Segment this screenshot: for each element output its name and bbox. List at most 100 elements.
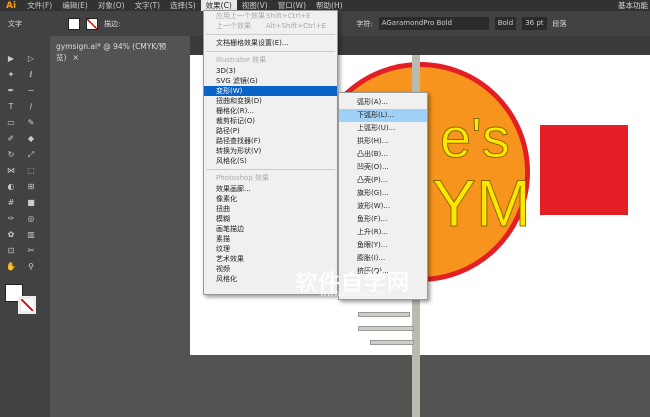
rotate-icon[interactable]: ↻ — [6, 150, 16, 160]
artboard-tool-icon[interactable]: ⊡ — [6, 246, 16, 256]
app-logo: Ai — [6, 0, 17, 11]
warp-arc-upper[interactable]: 上弧形(U)... — [339, 122, 427, 135]
warp-inflate[interactable]: 膨胀(I)... — [339, 252, 427, 265]
lasso-icon[interactable]: ℓ — [26, 70, 36, 80]
menu-item-artistic[interactable]: 艺术效果 — [204, 254, 337, 264]
warp-arc-lower[interactable]: 下弧形(L)... — [339, 109, 427, 122]
menu-item-last-effect[interactable]: 上一个效果 Alt+Shift+Ctrl+E — [204, 21, 337, 31]
menu-item-3d[interactable]: 3D(3) — [204, 66, 337, 76]
bar-shape[interactable] — [358, 312, 410, 317]
red-rectangle[interactable] — [540, 125, 628, 215]
warp-fisheye[interactable]: 鱼眼(Y)... — [339, 239, 427, 252]
curvature-icon[interactable]: ∼ — [26, 86, 36, 96]
menu-item-distort-transform[interactable]: 扭曲和变换(D) — [204, 96, 337, 106]
warp-arc[interactable]: 弧形(A)... — [339, 96, 427, 109]
warp-fish[interactable]: 鱼形(F)... — [339, 213, 427, 226]
menu-item-brush-strokes[interactable]: 画笔描边 — [204, 224, 337, 234]
menu-item-convert-shape[interactable]: 转换为形状(V) — [204, 146, 337, 156]
document-tab[interactable]: gymsign.ai* @ 94% (CMYK/预览) × — [50, 36, 190, 62]
type-tool-icon[interactable]: T — [6, 102, 16, 112]
scale-icon[interactable]: ⤢ — [26, 150, 36, 160]
fill-swatch[interactable] — [68, 17, 80, 30]
divider — [206, 34, 335, 35]
paragraph-label[interactable]: 段落 — [553, 19, 567, 29]
menu-item-texture[interactable]: 纹理 — [204, 244, 337, 254]
font-family-field[interactable]: AGaramondPro Bold — [378, 17, 489, 30]
menu-item-apply-last[interactable]: 应用上一个效果 Shift+Ctrl+E — [204, 11, 337, 21]
effect-menu: 应用上一个效果 Shift+Ctrl+E 上一个效果 Alt+Shift+Ctrl+… — [203, 10, 338, 295]
tools-panel: ▶ ▷ ✦ ℓ ✒ ∼ T / ▭ ✎ ✐ ◆ ↻ ⤢ ⋈ ⬚ ◐ ⊞ # ■ … — [0, 36, 50, 417]
menu-item-effect-gallery[interactable]: 效果画廊... — [204, 184, 337, 194]
hand-tool-icon[interactable]: ✋ — [6, 262, 16, 272]
stroke-label: 描边: — [104, 19, 121, 28]
menu-item-distort[interactable]: 扭曲 — [204, 204, 337, 214]
symbol-sprayer-icon[interactable]: ✿ — [6, 230, 16, 240]
menu-item-warp[interactable]: 变形(W) — [204, 86, 337, 96]
warp-flag[interactable]: 旗形(G)... — [339, 187, 427, 200]
bar-shape[interactable] — [358, 326, 414, 331]
rectangle-tool-icon[interactable]: ▭ — [6, 118, 16, 128]
slice-icon[interactable]: ✂ — [26, 246, 36, 256]
magic-wand-icon[interactable]: ✦ — [6, 70, 16, 80]
free-transform-icon[interactable]: ⬚ — [26, 166, 36, 176]
menu-type[interactable]: 文字(T) — [130, 0, 165, 11]
menu-item-stylize[interactable]: 风格化(S) — [204, 156, 337, 166]
warp-shell-lower[interactable]: 凹壳(O)... — [339, 161, 427, 174]
pen-tool-icon[interactable]: ✒ — [6, 86, 16, 96]
label: 应用上一个效果 — [216, 12, 265, 20]
bar-shape[interactable] — [370, 340, 414, 345]
label: 上一个效果 — [216, 22, 251, 30]
menu-item-crop-marks[interactable]: 裁剪标记(O) — [204, 116, 337, 126]
document-tabs: gymsign.ai* @ 94% (CMYK/预览) × — [50, 36, 650, 62]
menu-item-blur[interactable]: 模糊 — [204, 214, 337, 224]
menu-item-pathfinder[interactable]: 路径查找器(F) — [204, 136, 337, 146]
menu-item-sketch[interactable]: 素描 — [204, 234, 337, 244]
menu-item-pixelate[interactable]: 像素化 — [204, 194, 337, 204]
menu-item-path[interactable]: 路径(P) — [204, 126, 337, 136]
gradient-icon[interactable]: ■ — [26, 198, 36, 208]
mesh-icon[interactable]: # — [6, 198, 16, 208]
shortcut: Alt+Shift+Ctrl+E — [266, 22, 326, 30]
stroke-swatch[interactable] — [86, 17, 98, 30]
control-label: 文字 — [8, 19, 22, 28]
zoom-tool-icon[interactable]: ⚲ — [26, 262, 36, 272]
section-header: Photoshop 效果 — [216, 174, 270, 182]
close-tab-icon[interactable]: × — [72, 53, 78, 62]
warp-rise[interactable]: 上升(R)... — [339, 226, 427, 239]
shape-builder-icon[interactable]: ◐ — [6, 182, 16, 192]
warp-shell-upper[interactable]: 凸壳(P)... — [339, 174, 427, 187]
perspective-icon[interactable]: ⊞ — [26, 182, 36, 192]
warp-wave[interactable]: 波形(W)... — [339, 200, 427, 213]
blend-icon[interactable]: ◎ — [26, 214, 36, 224]
eyedropper-icon[interactable]: ✑ — [6, 214, 16, 224]
menu-select[interactable]: 选择(S) — [165, 0, 201, 11]
divider — [206, 169, 335, 170]
watermark-url: WWW.RJZXW.COM — [320, 290, 384, 298]
eraser-icon[interactable]: ◆ — [26, 134, 36, 144]
stroke-color-box[interactable] — [18, 296, 36, 314]
menu-file[interactable]: 文件(F) — [22, 0, 57, 11]
selection-tool-icon[interactable]: ▶ — [6, 54, 16, 64]
warp-arch[interactable]: 拱形(H)... — [339, 135, 427, 148]
width-tool-icon[interactable]: ⋈ — [6, 166, 16, 176]
char-label: 字符: — [356, 19, 373, 28]
brush-tool-icon[interactable]: ✎ — [26, 118, 36, 128]
shortcut: Shift+Ctrl+E — [266, 12, 311, 20]
shaper-icon[interactable]: ✐ — [6, 134, 16, 144]
menu-item-raster-settings[interactable]: 文档栅格效果设置(E)... — [204, 38, 337, 48]
art-text-es[interactable]: e's — [440, 105, 511, 170]
menu-item-rasterize[interactable]: 栅格化(R)... — [204, 106, 337, 116]
workspace-switcher[interactable]: 基本功能 — [618, 0, 648, 11]
divider — [206, 51, 335, 52]
art-text-ym[interactable]: YM — [432, 165, 532, 241]
font-style-field[interactable]: Bold — [494, 17, 517, 30]
graph-tool-icon[interactable]: ▥ — [26, 230, 36, 240]
font-size-field[interactable]: 36 pt — [522, 17, 547, 30]
line-tool-icon[interactable]: / — [26, 102, 36, 112]
section-header: Illustrator 效果 — [216, 56, 267, 64]
menu-object[interactable]: 对象(O) — [93, 0, 130, 11]
menu-item-svg-filters[interactable]: SVG 滤镜(G) — [204, 76, 337, 86]
direct-selection-icon[interactable]: ▷ — [26, 54, 36, 64]
warp-bulge[interactable]: 凸出(B)... — [339, 148, 427, 161]
menu-edit[interactable]: 编辑(E) — [57, 0, 93, 11]
